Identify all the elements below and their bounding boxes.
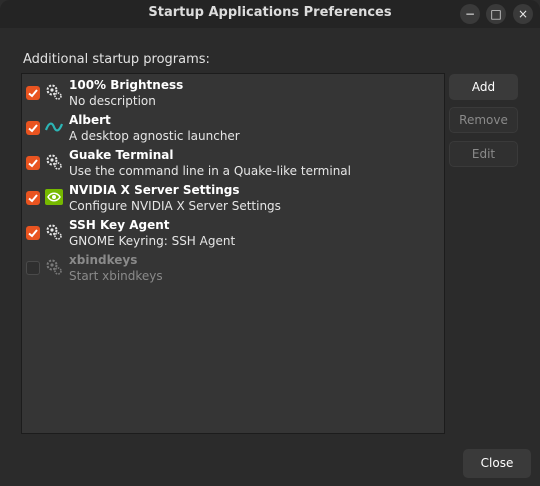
enable-checkbox[interactable]: [26, 156, 40, 170]
gear-icon: [46, 259, 62, 275]
check-icon: [28, 159, 38, 168]
section-label: Additional startup programs:: [23, 52, 210, 67]
program-row-100-brightness[interactable]: 100% Brightness No description: [22, 76, 444, 111]
check-icon: [28, 89, 38, 98]
startup-applications-window: Startup Applications Preferences − □ × A…: [0, 0, 540, 486]
minimize-icon: −: [464, 7, 476, 21]
enable-checkbox[interactable]: [26, 261, 40, 275]
program-description: A desktop agnostic launcher: [69, 129, 240, 143]
program-row-albert[interactable]: Albert A desktop agnostic launcher: [22, 111, 444, 146]
gear-icon: [46, 154, 62, 170]
program-row-nvidia-x-server-settings[interactable]: NVIDIA X Server Settings Configure NVIDI…: [22, 181, 444, 216]
program-name: 100% Brightness: [69, 78, 184, 92]
add-button[interactable]: Add: [449, 74, 518, 100]
close-button[interactable]: Close: [463, 449, 531, 478]
startup-programs-list[interactable]: 100% Brightness No description Albert A …: [21, 73, 445, 434]
program-description: Configure NVIDIA X Server Settings: [69, 199, 281, 213]
minimize-button[interactable]: −: [460, 4, 480, 24]
window-title: Startup Applications Preferences: [148, 5, 392, 20]
program-row-xbindkeys[interactable]: xbindkeys Start xbindkeys: [22, 251, 444, 286]
check-icon: [28, 194, 38, 203]
gear-icon: [46, 84, 62, 100]
edit-button[interactable]: Edit: [449, 141, 518, 167]
enable-checkbox[interactable]: [26, 86, 40, 100]
program-description: GNOME Keyring: SSH Agent: [69, 234, 236, 248]
program-name: NVIDIA X Server Settings: [69, 183, 240, 197]
program-name: Albert: [69, 113, 111, 127]
remove-button[interactable]: Remove: [449, 107, 518, 133]
program-description: Start xbindkeys: [69, 269, 163, 283]
program-row-guake-terminal[interactable]: Guake Terminal Use the command line in a…: [22, 146, 444, 181]
program-name: xbindkeys: [69, 253, 138, 267]
check-icon: [28, 229, 38, 238]
enable-checkbox[interactable]: [26, 191, 40, 205]
enable-checkbox[interactable]: [26, 121, 40, 135]
program-name: Guake Terminal: [69, 148, 174, 162]
close-icon: ×: [517, 7, 529, 21]
albert-icon: [45, 122, 63, 132]
program-description: Use the command line in a Quake-like ter…: [69, 164, 351, 178]
title-bar[interactable]: Startup Applications Preferences − □ ×: [0, 0, 540, 28]
maximize-icon: □: [490, 7, 502, 21]
enable-checkbox[interactable]: [26, 226, 40, 240]
close-window-button[interactable]: ×: [513, 4, 533, 24]
maximize-button[interactable]: □: [486, 4, 506, 24]
program-description: No description: [69, 94, 156, 108]
nvidia-icon: [45, 189, 63, 205]
program-name: SSH Key Agent: [69, 218, 170, 232]
check-icon: [28, 124, 38, 133]
program-row-ssh-key-agent[interactable]: SSH Key Agent GNOME Keyring: SSH Agent: [22, 216, 444, 251]
gear-icon: [46, 224, 62, 240]
